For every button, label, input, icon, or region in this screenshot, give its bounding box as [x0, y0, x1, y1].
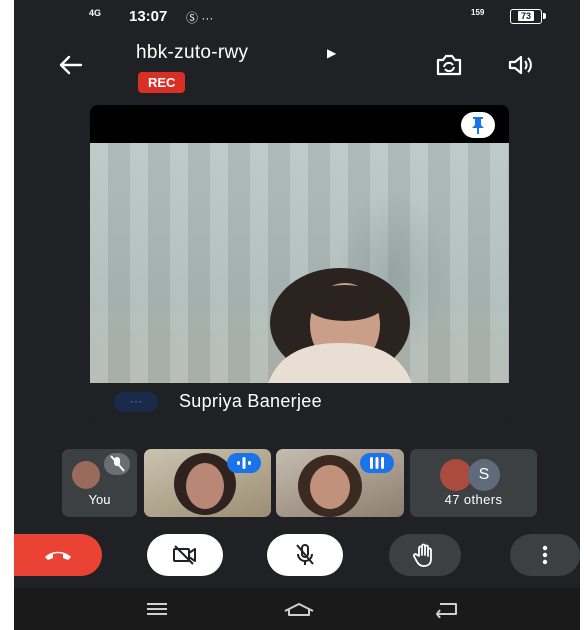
participant-name-bar: ··· Supriya Banerjee [90, 383, 509, 421]
network-rate: 159 [471, 8, 485, 17]
mic-off-icon [110, 455, 125, 472]
status-bar: 4G 13:07 Ⓢ ··· 159 73 [14, 0, 580, 34]
others-count-label: 47 others [444, 492, 503, 507]
others-avatar-initial: S [468, 459, 500, 491]
speaker-icon [508, 55, 532, 75]
notification-icons: Ⓢ ··· [186, 11, 214, 25]
main-participant-tile[interactable]: ··· Supriya Banerjee [90, 105, 509, 421]
arrow-left-icon [59, 55, 83, 75]
camera-toggle-button[interactable] [147, 534, 223, 576]
participant-name: Supriya Banerjee [179, 391, 322, 411]
speaking-indicator [360, 453, 394, 473]
pin-button[interactable] [461, 112, 495, 138]
meet-call-screen: 4G 13:07 Ⓢ ··· 159 73 hbk-zuto-rwy ▶ REC [14, 0, 580, 630]
self-avatar [72, 461, 100, 489]
signal-indicator: 4G [89, 8, 102, 18]
switch-camera-button[interactable] [434, 52, 464, 78]
audio-level-chip: ··· [114, 392, 158, 412]
audio-level-icon [237, 457, 251, 469]
audio-output-button[interactable] [506, 52, 536, 78]
videocam-off-icon [173, 545, 196, 565]
participant-silhouette [265, 268, 415, 393]
self-view-tile[interactable]: You [62, 449, 137, 517]
participant-tile[interactable] [276, 449, 404, 517]
pin-icon [472, 117, 484, 134]
self-muted-indicator [104, 453, 130, 475]
participant-face [186, 463, 224, 509]
speaking-indicator [227, 453, 261, 473]
participant-tile[interactable] [144, 449, 271, 517]
system-navigation-bar [14, 588, 580, 630]
switch-camera-icon [436, 54, 462, 76]
status-time: 13:07 [129, 8, 168, 25]
phone-hangup-icon [45, 551, 71, 560]
more-options-button[interactable] [510, 534, 580, 576]
others-tile[interactable]: S 47 others [410, 449, 537, 517]
home-icon[interactable] [282, 600, 316, 618]
participant-video [90, 143, 509, 393]
battery-level: 73 [517, 11, 534, 21]
back-nav-icon[interactable] [434, 600, 462, 618]
hand-icon [413, 543, 432, 567]
end-call-button[interactable] [14, 534, 102, 576]
participant-face [310, 465, 350, 509]
more-vert-icon [542, 545, 548, 565]
mic-off-icon [296, 544, 314, 565]
meeting-code[interactable]: hbk-zuto-rwy [136, 42, 248, 64]
raise-hand-button[interactable] [389, 534, 461, 576]
mic-toggle-button[interactable] [267, 534, 343, 576]
meeting-info-caret-icon[interactable]: ▶ [327, 46, 336, 60]
battery-indicator: 73 [510, 9, 546, 24]
recording-badge: REC [138, 72, 186, 93]
audio-level-icon [370, 457, 384, 469]
recents-icon[interactable] [144, 600, 170, 618]
self-label: You [88, 492, 111, 507]
back-button[interactable] [56, 50, 86, 80]
